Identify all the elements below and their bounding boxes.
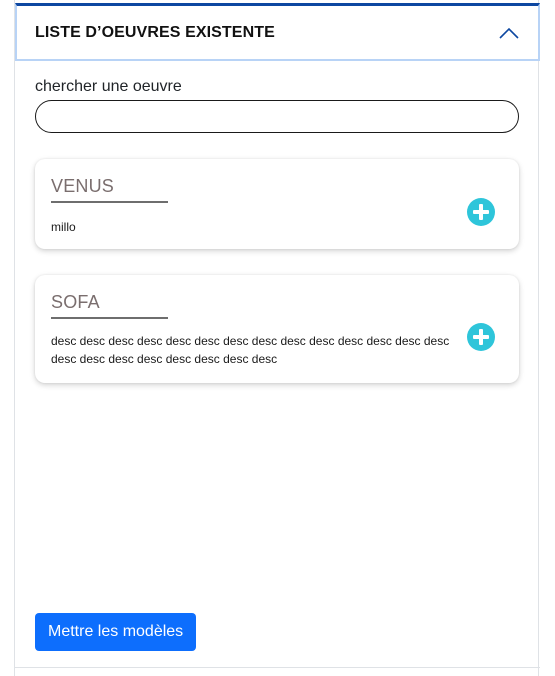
divider	[15, 667, 540, 668]
submit-models-button[interactable]: Mettre les modèles	[35, 613, 197, 651]
title-underline	[51, 201, 168, 203]
title-underline	[51, 317, 168, 319]
accordion-header[interactable]: LISTE D’OEUVRES EXISTENTE	[15, 3, 540, 61]
oeuvres-panel: LISTE D’OEUVRES EXISTENTE chercher une o…	[14, 0, 540, 676]
search-label: chercher une oeuvre	[35, 78, 182, 95]
work-description: millo	[51, 220, 76, 234]
work-description: desc desc desc desc desc desc desc desc …	[51, 334, 450, 366]
work-title: SOFA	[51, 292, 100, 312]
plus-circle-icon[interactable]	[467, 323, 495, 351]
work-card: SOFA desc desc desc desc desc desc desc …	[35, 275, 519, 383]
plus-circle-icon[interactable]	[467, 198, 495, 226]
search-input[interactable]	[35, 100, 519, 133]
work-card: VENUS millo	[35, 159, 519, 249]
chevron-up-icon[interactable]	[498, 26, 520, 40]
accordion-title: LISTE D’OEUVRES EXISTENTE	[35, 23, 275, 41]
work-title: VENUS	[51, 176, 115, 196]
